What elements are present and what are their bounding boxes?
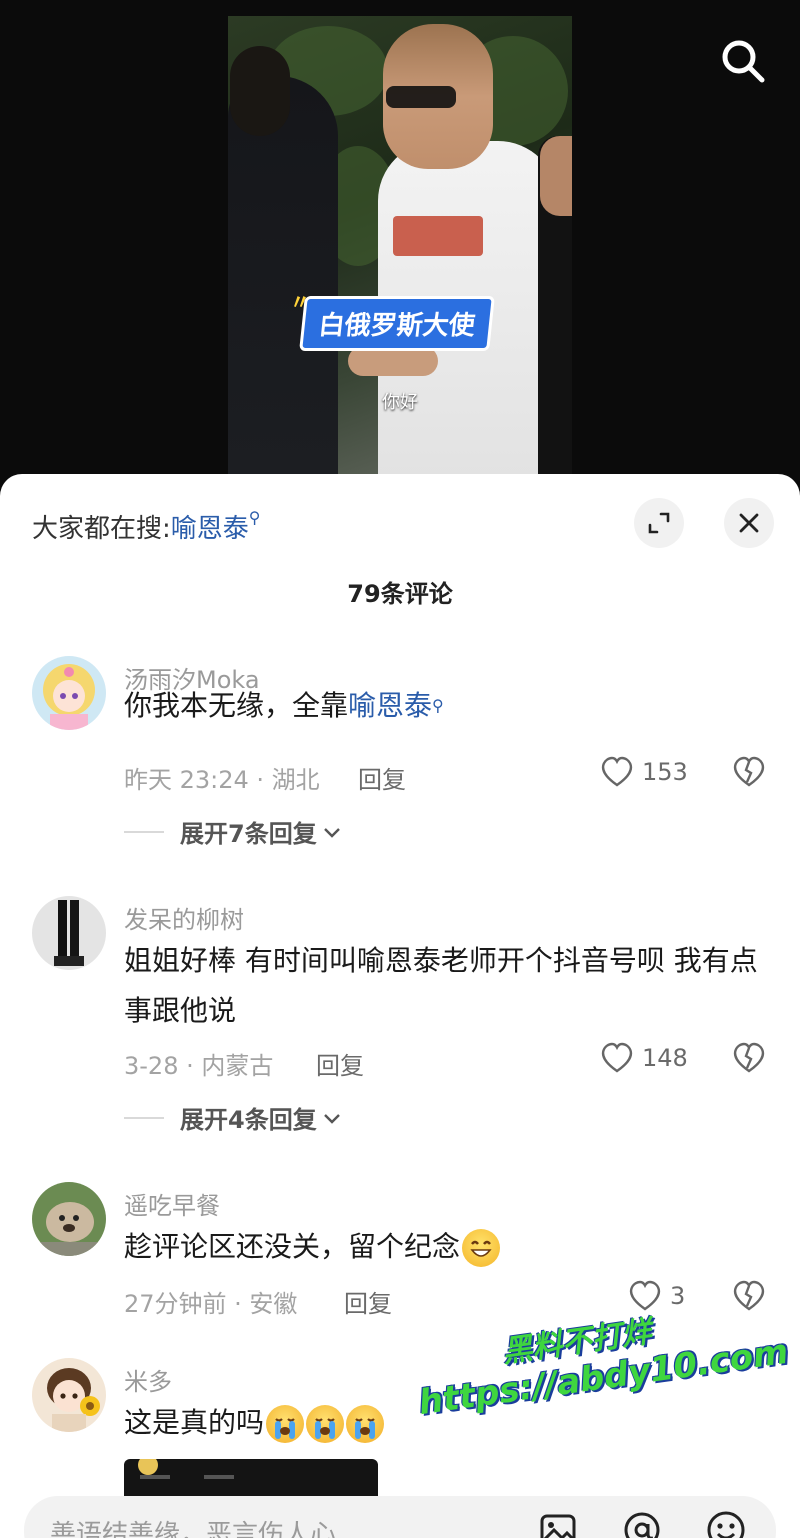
sunglasses: [386, 86, 456, 108]
video-subtitle: 你好: [382, 392, 418, 413]
at-icon[interactable]: [620, 1508, 664, 1538]
reply-button[interactable]: 回复: [316, 1046, 364, 1081]
comment-meta: 27分钟前 · 安徽: [124, 1290, 298, 1318]
video-player[interactable]: 〃 白俄罗斯大使 你好: [0, 0, 800, 490]
hot-search-keyword[interactable]: 喻恩泰: [171, 514, 249, 544]
comment-keyword-link[interactable]: 喻恩泰: [348, 689, 432, 722]
video-frame[interactable]: 〃 白俄罗斯大使 你好: [228, 16, 572, 474]
comment-input-bar[interactable]: 善语结善缘，恶言伤人心: [24, 1496, 776, 1538]
image-icon[interactable]: [536, 1508, 580, 1538]
comment-text-part: 趁评论区还没关，留个纪念: [124, 1230, 461, 1263]
emoji-icon[interactable]: [704, 1508, 748, 1538]
avatar[interactable]: [32, 1182, 106, 1256]
crying-emoji-icon: [346, 1405, 385, 1443]
chevron-down-icon: [323, 827, 340, 838]
avatar[interactable]: [32, 1358, 106, 1432]
hot-search: 大家都在搜:喻恩泰⚲: [32, 508, 261, 545]
reply-button[interactable]: 回复: [358, 760, 406, 795]
search-icon[interactable]: [718, 36, 768, 86]
like-count: 148: [642, 1044, 688, 1072]
comment-text-part: 你我本无缘，全靠: [124, 689, 349, 722]
comment-meta: 3-28 · 内蒙古: [124, 1052, 274, 1080]
reply-button[interactable]: 回复: [344, 1284, 392, 1319]
close-icon: [739, 513, 759, 533]
shirt-print: [393, 216, 483, 256]
avatar[interactable]: [32, 896, 106, 970]
smile-emoji-icon: [462, 1229, 501, 1267]
expand-replies-button[interactable]: 展开4条回复: [124, 1100, 343, 1135]
comment-text-part: 这是真的吗: [124, 1406, 265, 1439]
like-count: 153: [642, 758, 688, 786]
person-left-head: [230, 46, 290, 136]
close-button[interactable]: [724, 498, 774, 548]
comment-meta: 昨天 23:24 · 湖北: [124, 766, 320, 794]
like-button[interactable]: 148: [600, 1042, 688, 1074]
comment-input-placeholder[interactable]: 善语结善缘，恶言伤人心: [50, 1514, 336, 1538]
divider: [124, 1116, 164, 1119]
like-button[interactable]: 153: [600, 756, 688, 788]
dislike-icon: [733, 1042, 765, 1073]
heart-icon: [601, 756, 633, 787]
divider: [124, 830, 164, 833]
dislike-button[interactable]: [732, 1042, 766, 1078]
person-right-head: [540, 136, 572, 216]
crying-emoji-icon: [266, 1405, 305, 1443]
comment-text: 你我本无缘，全靠喻恩泰⚲: [124, 681, 764, 731]
expand-replies-label: 展开4条回复: [180, 1106, 317, 1134]
comment-sheet: 大家都在搜:喻恩泰⚲ 79条评论 汤雨汐Moka 你我本无缘，全靠喻恩泰⚲ 昨天…: [0, 474, 800, 1538]
dislike-icon: [733, 756, 765, 787]
comment-username[interactable]: 发呆的柳树: [124, 900, 244, 935]
person-left: [228, 76, 338, 474]
keyword-search-icon: ⚲: [248, 508, 261, 527]
dislike-button[interactable]: [732, 756, 766, 792]
expand-replies-button[interactable]: 展开7条回复: [124, 814, 343, 849]
expand-button[interactable]: [634, 498, 684, 548]
comment-text: 姐姐好棒 有时间叫喻恩泰老师开个抖音号呗 我有点事跟他说: [124, 944, 758, 1027]
avatar[interactable]: [32, 656, 106, 730]
comment-username[interactable]: 遥吃早餐: [124, 1186, 220, 1221]
comment-count: 79条评论: [347, 580, 453, 608]
expand-replies-label: 展开7条回复: [180, 820, 317, 848]
chevron-down-icon: [323, 1113, 340, 1124]
hot-search-label: 大家都在搜:: [32, 514, 171, 544]
comment-username[interactable]: 米多: [124, 1362, 172, 1397]
keyword-search-icon: ⚲: [432, 696, 444, 715]
video-caption-tag: 白俄罗斯大使: [299, 296, 495, 351]
heart-icon: [601, 1042, 633, 1073]
crying-emoji-icon: [306, 1405, 345, 1443]
comment-text: 趁评论区还没关，留个纪念: [124, 1222, 764, 1272]
expand-icon: [648, 512, 670, 534]
